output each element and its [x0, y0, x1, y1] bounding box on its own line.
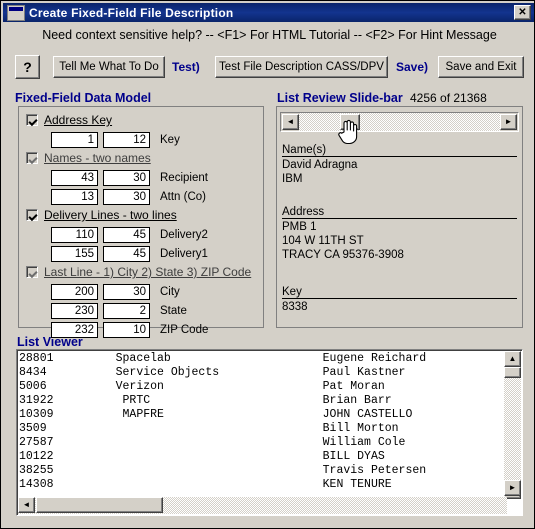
field-length-input[interactable]	[103, 322, 150, 338]
record-section-label: Name(s)	[282, 144, 330, 156]
close-icon[interactable]: ✕	[514, 5, 531, 20]
field-start-input[interactable]	[51, 132, 98, 148]
record-detail-line: TRACY CA 95376-3908	[282, 249, 404, 261]
list-item[interactable]: 31922 PRTC Brian Barr	[19, 394, 504, 408]
list-item[interactable]: 14308 KEN TENURE	[19, 478, 504, 492]
field-length-input[interactable]	[103, 284, 150, 300]
test-prefix-label: Test)	[172, 60, 200, 74]
field-start-input[interactable]	[51, 170, 98, 186]
field-length-input[interactable]	[103, 303, 150, 319]
data-model-group-toggle[interactable]: Last Line - 1) City 2) State 3) ZIP Code	[26, 265, 251, 279]
field-start-input[interactable]	[51, 303, 98, 319]
data-model-group-label[interactable]: Last Line - 1) City 2) State 3) ZIP Code	[44, 265, 251, 279]
data-model-group-toggle[interactable]: Delivery Lines - two lines	[26, 208, 177, 222]
test-file-description-button[interactable]: Test File Description CASS/DPV	[215, 56, 388, 78]
data-model-field-row: Recipient	[51, 170, 208, 186]
record-section-rule	[282, 156, 517, 157]
list-viewer-horizontal-scrollbar[interactable]: ◄	[18, 497, 507, 514]
context-help-text: Need context sensitive help? -- <F1> For…	[42, 28, 497, 42]
record-counter: 4256 of 21368	[410, 91, 487, 105]
record-detail-line: 104 W 11TH ST	[282, 235, 364, 247]
data-model-field-row: Delivery1	[51, 246, 208, 262]
record-section-label: Address	[282, 206, 328, 218]
scroll-right-arrow-icon[interactable]: ►	[504, 480, 521, 496]
checkbox-icon[interactable]	[26, 152, 38, 164]
field-name-label: City	[160, 286, 180, 298]
field-length-input[interactable]	[103, 189, 150, 205]
field-name-label: Delivery2	[160, 229, 208, 241]
data-model-group-label[interactable]: Names - two names	[44, 151, 151, 165]
data-model-field-row: ZIP Code	[51, 322, 208, 338]
field-length-input[interactable]	[103, 227, 150, 243]
title-bar: Create Fixed-Field File Description ✕	[3, 3, 534, 22]
checkbox-icon[interactable]	[26, 114, 38, 126]
list-item[interactable]: 27587 William Cole	[19, 436, 504, 450]
data-model-group-label[interactable]: Address Key	[44, 113, 112, 127]
scroll-up-arrow-icon[interactable]: ▲	[504, 351, 521, 367]
slider-thumb[interactable]	[340, 114, 360, 130]
list-item[interactable]: 38255 Travis Petersen	[19, 464, 504, 478]
slider-left-arrow-icon[interactable]: ◄	[282, 114, 299, 130]
field-name-label: Recipient	[160, 172, 208, 184]
data-model-field-row: Key	[51, 132, 180, 148]
data-model-group-toggle[interactable]: Address Key	[26, 113, 112, 127]
data-model-field-row: Attn (Co)	[51, 189, 206, 205]
horizontal-scroll-thumb[interactable]	[36, 497, 163, 513]
field-length-input[interactable]	[103, 132, 150, 148]
data-model-field-row: Delivery2	[51, 227, 208, 243]
application-window: Create Fixed-Field File Description ✕ Ne…	[0, 0, 535, 529]
save-prefix-label: Save)	[396, 60, 429, 74]
list-viewer-rows: 28801 Spacelab Eugene Reichard 8434 Servi…	[19, 352, 504, 492]
tell-me-what-to-do-button[interactable]: Tell Me What To Do	[53, 56, 165, 78]
record-detail-line: PMB 1	[282, 221, 317, 233]
field-name-label: Delivery1	[160, 248, 208, 260]
field-length-input[interactable]	[103, 246, 150, 262]
list-item[interactable]: 10309 MAPFRE JOHN CASTELLO	[19, 408, 504, 422]
field-start-input[interactable]	[51, 189, 98, 205]
list-item[interactable]: 28801 Spacelab Eugene Reichard	[19, 352, 504, 366]
list-viewer-panel[interactable]: 28801 Spacelab Eugene Reichard 8434 Servi…	[16, 349, 523, 516]
field-name-label: Attn (Co)	[160, 191, 207, 203]
checkbox-icon[interactable]	[26, 266, 38, 278]
record-detail-line: David Adragna	[282, 159, 358, 171]
window-title: Create Fixed-Field File Description	[29, 5, 234, 20]
list-viewer-vertical-scrollbar[interactable]: ▲ ▼	[504, 351, 521, 499]
slider-right-arrow-icon[interactable]: ►	[500, 114, 517, 130]
record-detail-line: 8338	[282, 301, 308, 313]
field-length-input[interactable]	[103, 170, 150, 186]
field-start-input[interactable]	[51, 322, 98, 338]
field-name-label: Key	[160, 134, 180, 146]
list-item[interactable]: 3509 Bill Morton	[19, 422, 504, 436]
record-section-label: Key	[282, 286, 305, 298]
field-start-input[interactable]	[51, 246, 98, 262]
help-question-button[interactable]: ?	[15, 55, 40, 79]
data-model-group-label[interactable]: Delivery Lines - two lines	[44, 208, 177, 222]
scroll-left-arrow-icon[interactable]: ◄	[18, 497, 35, 513]
field-start-input[interactable]	[51, 227, 98, 243]
slide-bar-heading: List Review Slide-bar	[277, 91, 403, 105]
list-review-slider[interactable]: ◄ ►	[280, 112, 519, 132]
list-item[interactable]: 5006 Verizon Pat Moran	[19, 380, 504, 394]
record-section-rule	[282, 218, 517, 219]
save-and-exit-button[interactable]: Save and Exit	[438, 56, 524, 78]
data-model-field-row: City	[51, 284, 180, 300]
field-name-label: ZIP Code	[160, 324, 209, 336]
data-model-group-toggle[interactable]: Names - two names	[26, 151, 151, 165]
list-item[interactable]: 8434 Service Objects Paul Kastner	[19, 366, 504, 380]
toolbar: ? Tell Me What To Do Test) Test File Des…	[15, 55, 525, 79]
data-model-field-row: State	[51, 303, 187, 319]
checkbox-icon[interactable]	[26, 209, 38, 221]
field-name-label: State	[160, 305, 187, 317]
vertical-scroll-thumb[interactable]	[504, 367, 521, 378]
data-model-heading: Fixed-Field Data Model	[15, 91, 152, 105]
record-detail-line: IBM	[282, 173, 303, 185]
list-item[interactable]: 10122 BILL DYAS	[19, 450, 504, 464]
window-icon	[7, 4, 25, 21]
record-section-rule	[282, 298, 517, 299]
window-bottom-strip	[3, 518, 532, 526]
field-start-input[interactable]	[51, 284, 98, 300]
slider-track[interactable]	[299, 113, 500, 131]
